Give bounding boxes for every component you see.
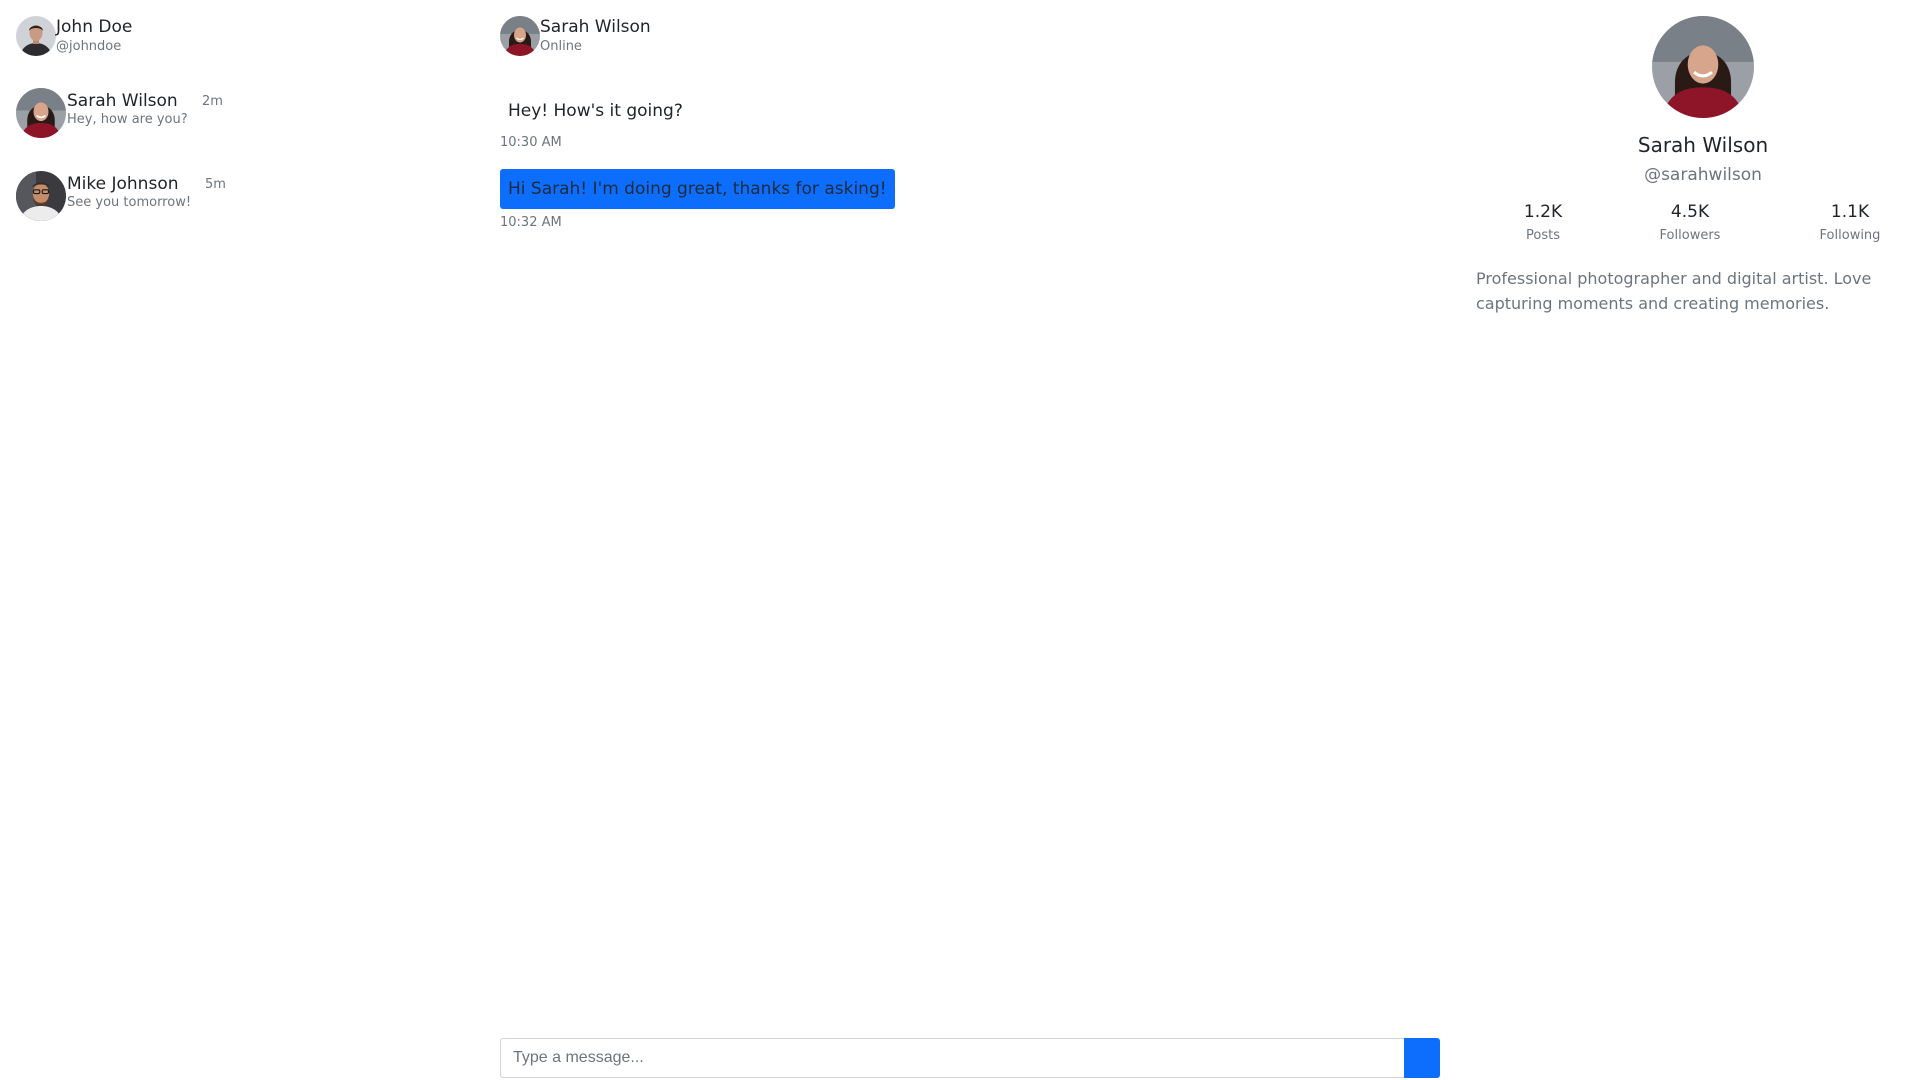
message-input[interactable] bbox=[500, 1038, 1404, 1078]
message-incoming: Hey! How's it going? bbox=[500, 91, 691, 131]
profile-name: Sarah Wilson bbox=[1637, 133, 1769, 157]
conversation-time: 5m bbox=[205, 177, 226, 192]
conversation-name: Sarah Wilson bbox=[67, 91, 178, 111]
stat-label: Followers bbox=[1659, 228, 1721, 243]
chat-contact-status: Online bbox=[540, 39, 582, 54]
send-button[interactable] bbox=[1404, 1038, 1440, 1078]
profile-avatar bbox=[1652, 16, 1754, 118]
stat-value: 1.1K bbox=[1830, 202, 1870, 222]
stat-label: Posts bbox=[1526, 228, 1560, 243]
message-time: 10:30 AM bbox=[500, 135, 562, 150]
profile-panel: Sarah Wilson @sarahwilson 1.2K Posts 4.5… bbox=[1440, 0, 1920, 1080]
current-user-name: John Doe bbox=[56, 17, 133, 37]
conversation-item-sarah-wilson[interactable]: Sarah Wilson 2m Hey, how are you? bbox=[16, 88, 316, 140]
conversation-name: Mike Johnson bbox=[67, 174, 179, 194]
message-composer bbox=[500, 1038, 1440, 1078]
stat-followers: 4.5K Followers bbox=[1620, 200, 1760, 246]
conversation-preview: See you tomorrow! bbox=[67, 195, 192, 210]
conversation-preview: Hey, how are you? bbox=[67, 112, 188, 127]
message-time: 10:32 AM bbox=[500, 215, 562, 230]
chat-contact-avatar bbox=[500, 16, 540, 56]
current-user: John Doe @johndoe bbox=[16, 16, 316, 58]
stat-posts: 1.2K Posts bbox=[1473, 200, 1613, 246]
stat-value: 4.5K bbox=[1670, 202, 1710, 222]
stat-value: 1.2K bbox=[1523, 202, 1563, 222]
profile-bio: Professional photographer and digital ar… bbox=[1476, 269, 1872, 313]
conversation-time: 2m bbox=[202, 94, 223, 109]
avatar bbox=[16, 88, 66, 138]
stat-following: 1.1K Following bbox=[1780, 200, 1920, 246]
conversation-item-mike-johnson[interactable]: Mike Johnson 5m See you tomorrow! bbox=[16, 171, 316, 223]
avatar bbox=[16, 171, 66, 221]
current-user-handle: @johndoe bbox=[56, 39, 122, 54]
chat-panel: Sarah Wilson Online Hey! How's it going?… bbox=[500, 0, 1440, 1080]
stat-label: Following bbox=[1819, 228, 1881, 243]
conversation-sidebar: John Doe @johndoe Sarah Wilson 2m Hey, h… bbox=[0, 0, 500, 1080]
current-user-avatar bbox=[16, 16, 56, 56]
chat-header: Sarah Wilson Online bbox=[500, 16, 900, 58]
chat-contact-name: Sarah Wilson bbox=[540, 17, 651, 37]
message-outgoing: Hi Sarah! I'm doing great, thanks for as… bbox=[500, 169, 895, 209]
profile-handle: @sarahwilson bbox=[1644, 165, 1762, 185]
